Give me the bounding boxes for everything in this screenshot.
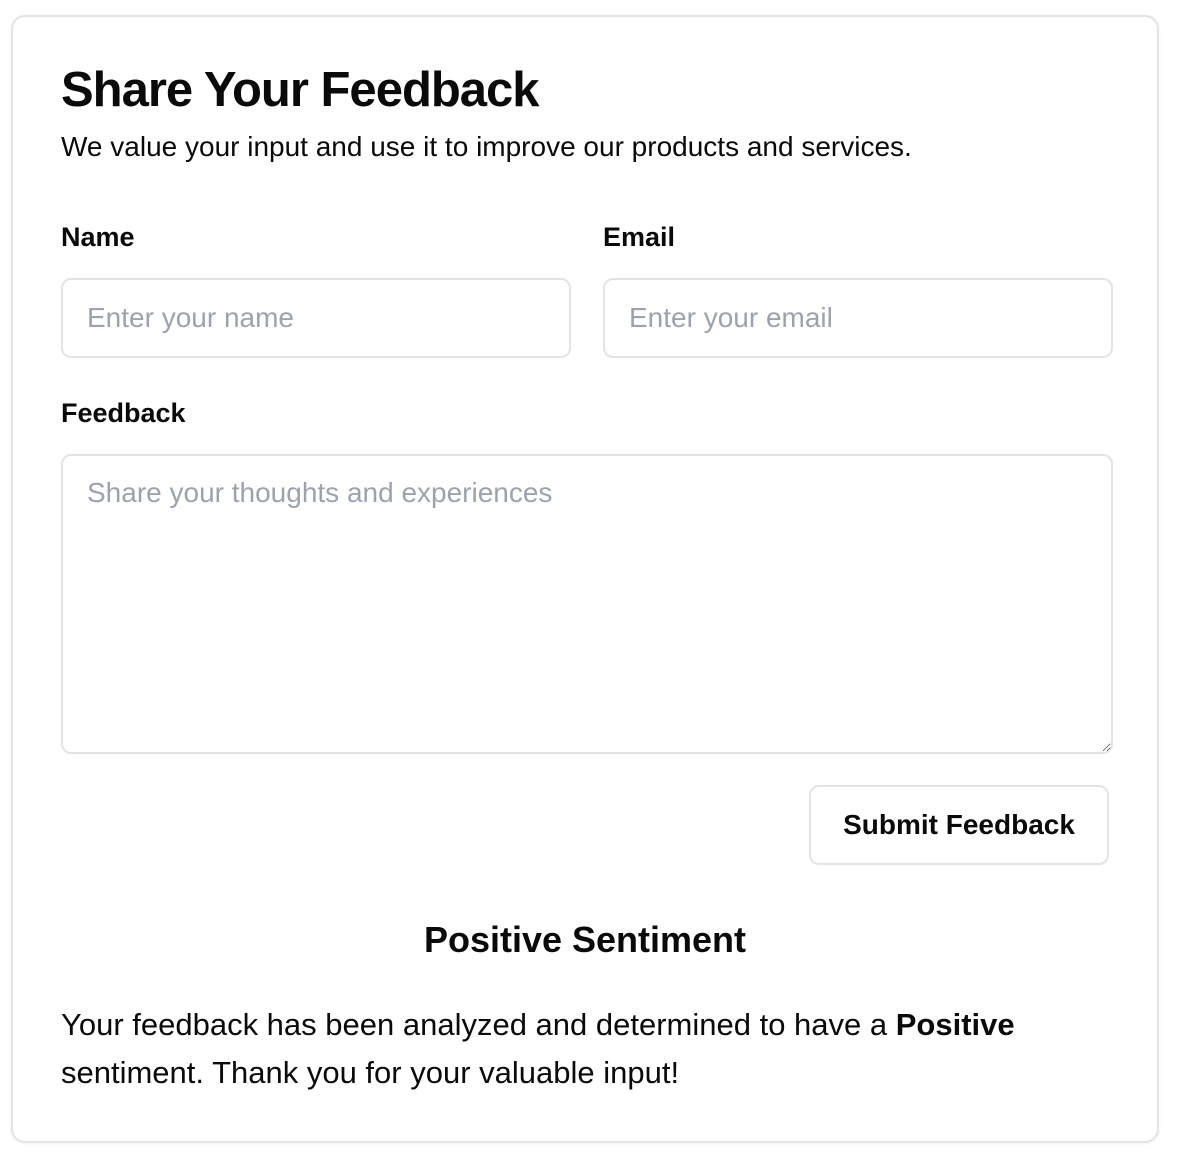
email-label: Email	[603, 222, 676, 252]
sentiment-title: Positive Sentiment	[423, 919, 747, 960]
feedback-label: Feedback	[61, 398, 186, 428]
email-input[interactable]	[603, 278, 1113, 358]
name-input[interactable]	[61, 278, 571, 358]
feedback-card: Share Your Feedback We value your input …	[11, 15, 1159, 1143]
sentiment-message-end: sentiment. Thank you for your valuable i…	[61, 1055, 680, 1090]
sentiment-value: Positive	[895, 1007, 1015, 1042]
feedback-textarea[interactable]	[61, 454, 1113, 754]
sentiment-message-start: Your feedback has been analyzed and dete…	[61, 1007, 896, 1042]
page-subtitle: We value your input and use it to improv…	[61, 131, 912, 162]
name-label: Name	[61, 222, 135, 252]
sentiment-message: Your feedback has been analyzed and dete…	[61, 1001, 1109, 1097]
submit-feedback-button[interactable]: Submit Feedback	[809, 785, 1109, 865]
page-title: Share Your Feedback	[61, 63, 540, 117]
